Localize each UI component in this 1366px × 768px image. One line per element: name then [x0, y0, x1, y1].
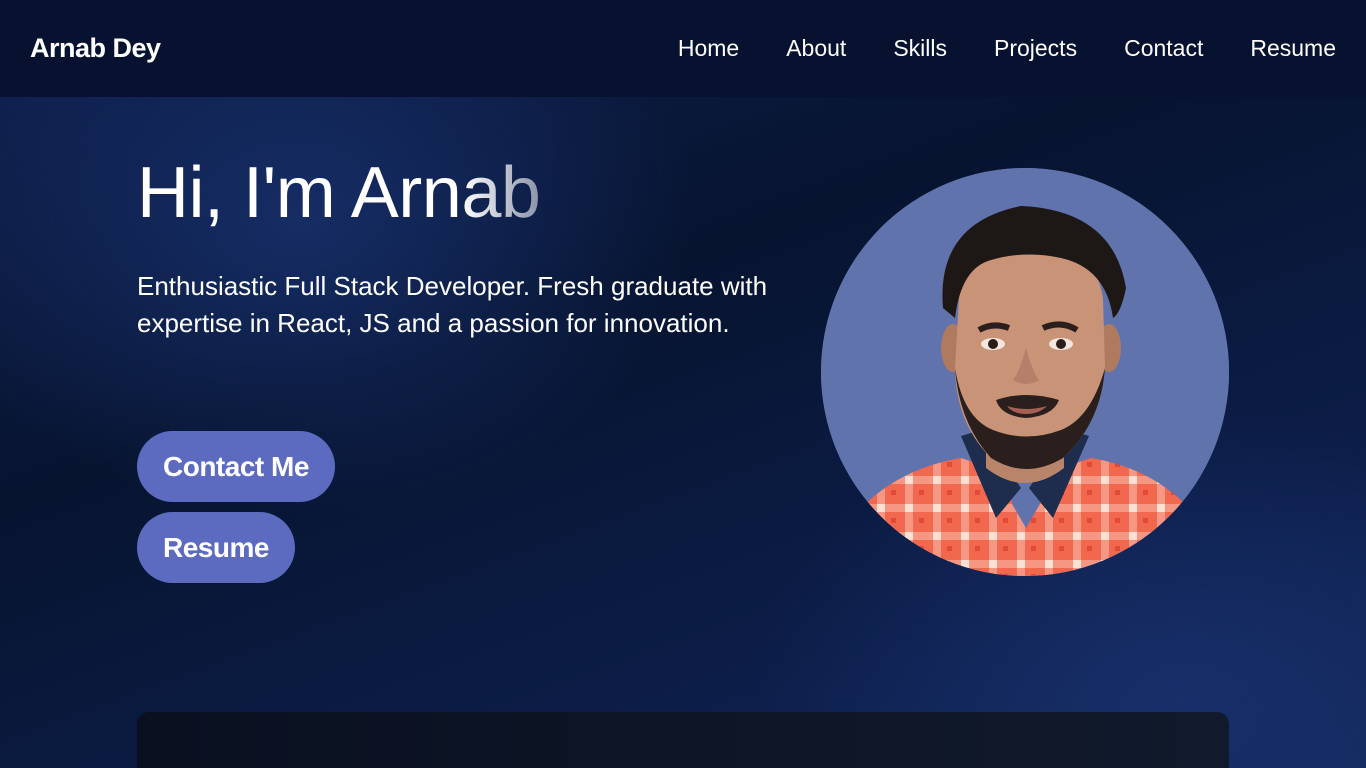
nav-link-about[interactable]: About	[786, 35, 846, 62]
hero-title-fade: ab	[461, 153, 541, 233]
brand-logo[interactable]: Arnab Dey	[30, 33, 161, 64]
hero-title-solid: Hi, I'm Arn	[137, 153, 462, 233]
nav-link-contact[interactable]: Contact	[1124, 35, 1203, 62]
content-card	[137, 712, 1229, 768]
navbar: Arnab Dey Home About Skills Projects Con…	[0, 0, 1366, 97]
nav-link-projects[interactable]: Projects	[994, 35, 1077, 62]
resume-button[interactable]: Resume	[137, 512, 295, 583]
profile-photo-icon	[821, 168, 1229, 576]
nav-link-skills[interactable]: Skills	[893, 35, 947, 62]
nav-links: Home About Skills Projects Contact Resum…	[631, 35, 1336, 62]
contact-me-button[interactable]: Contact Me	[137, 431, 335, 502]
hero-title: Hi, I'm Arnab	[137, 148, 541, 238]
hero-tagline: Enthusiastic Full Stack Developer. Fresh…	[137, 271, 768, 338]
nav-link-home[interactable]: Home	[678, 35, 739, 62]
avatar	[821, 168, 1229, 576]
nav-link-resume[interactable]: Resume	[1250, 35, 1336, 62]
